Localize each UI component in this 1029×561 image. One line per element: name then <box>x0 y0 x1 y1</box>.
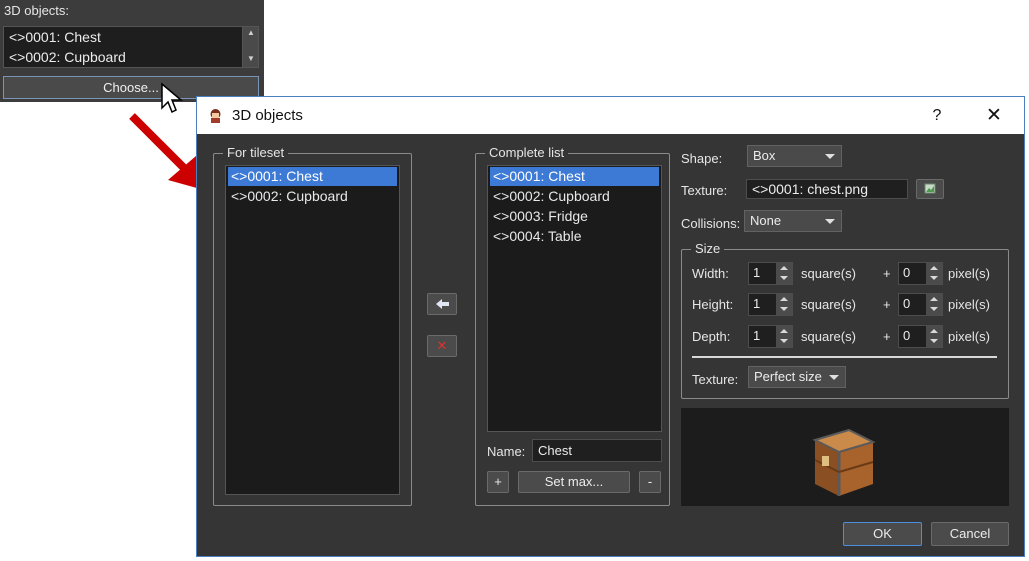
chevron-down-icon <box>825 219 835 224</box>
remove-button[interactable]: - <box>639 471 661 493</box>
image-icon <box>924 183 936 194</box>
squares-unit: square(s) <box>801 266 856 281</box>
set-max-button[interactable]: Set max... <box>518 471 630 493</box>
background-panel: 3D objects: <>0001: Chest <>0002: Cupboa… <box>0 0 264 102</box>
spin-down-icon[interactable] <box>776 273 792 284</box>
app-icon <box>210 109 221 123</box>
spinbox-value: 1 <box>753 265 761 280</box>
shape-value: Box <box>753 148 776 163</box>
complete-list-group: Complete list <>0001: Chest <>0002: Cupb… <box>475 145 670 506</box>
spinbox-value: 1 <box>753 328 761 343</box>
tileset-objects-list[interactable]: <>0001: Chest <>0002: Cupboard <box>225 165 400 495</box>
squares-unit: square(s) <box>801 297 856 312</box>
spin-down-icon[interactable] <box>776 304 792 315</box>
title-bar: 3D objects ? ✕ <box>197 97 1024 134</box>
add-button[interactable]: + <box>487 471 509 493</box>
list-item[interactable]: <>0002: Cupboard <box>9 49 126 65</box>
list-item[interactable]: <>0002: Cupboard <box>490 187 659 206</box>
for-tileset-group: For tileset <>0001: Chest <>0002: Cupboa… <box>213 145 412 506</box>
chest-preview-image <box>812 428 876 496</box>
texture-size-select[interactable]: Perfect size <box>748 366 846 388</box>
spinbox-value: 0 <box>903 265 911 280</box>
cancel-button[interactable]: Cancel <box>931 522 1009 546</box>
remove-from-tileset-button[interactable]: ✕ <box>427 335 457 357</box>
name-label: Name: <box>487 444 526 459</box>
help-button[interactable]: ? <box>923 103 951 129</box>
scroll-down-icon[interactable]: ▼ <box>243 53 259 65</box>
height-squares-spinbox[interactable]: 1 <box>748 293 793 316</box>
group-title: Complete list <box>485 145 569 160</box>
spin-down-icon[interactable] <box>926 304 942 315</box>
plus-sign: + <box>883 297 891 312</box>
height-label: Height: <box>692 297 734 312</box>
pixels-unit: pixel(s) <box>948 266 990 281</box>
list-item[interactable]: <>0004: Table <box>490 227 659 246</box>
list-item[interactable]: <>0003: Fridge <box>490 207 659 226</box>
close-button[interactable]: ✕ <box>977 103 1011 129</box>
browse-texture-button[interactable] <box>916 179 944 199</box>
width-squares-spinbox[interactable]: 1 <box>748 262 793 285</box>
dialog-title: 3D objects <box>232 107 303 124</box>
squares-unit: square(s) <box>801 329 856 344</box>
plus-sign: + <box>883 329 891 344</box>
texture-field[interactable]: <>0001: chest.png <box>746 179 908 199</box>
size-texture-label: Texture: <box>692 372 739 387</box>
pixels-unit: pixel(s) <box>948 329 990 344</box>
spinbox-value: 1 <box>753 296 761 311</box>
depth-label: Depth: <box>692 329 731 344</box>
shape-select[interactable]: Box <box>747 145 842 167</box>
spin-down-icon[interactable] <box>926 336 942 347</box>
arrow-left-icon <box>436 299 449 309</box>
spin-down-icon[interactable] <box>776 336 792 347</box>
group-title: Size <box>691 241 725 256</box>
divider <box>692 356 997 358</box>
list-item[interactable]: <>0001: Chest <box>9 29 101 45</box>
collisions-label: Collisions: <box>681 216 741 231</box>
pixels-unit: pixel(s) <box>948 297 990 312</box>
width-pixels-spinbox[interactable]: 0 <box>898 262 943 285</box>
list-item[interactable]: <>0001: Chest <box>228 167 397 186</box>
plus-sign: + <box>883 266 891 281</box>
scroll-up-icon[interactable]: ▲ <box>243 27 259 39</box>
objects-list[interactable]: <>0001: Chest <>0002: Cupboard ▲ ▼ <box>3 26 259 68</box>
shape-label: Shape: <box>681 151 723 166</box>
scrollbar[interactable]: ▲ ▼ <box>242 27 258 67</box>
spinbox-value: 0 <box>903 296 911 311</box>
width-label: Width: <box>692 266 729 281</box>
spinbox-value: 0 <box>903 328 911 343</box>
object-preview <box>681 408 1009 506</box>
texture-label: Texture: <box>681 183 728 198</box>
objects-dialog: 3D objects ? ✕ For tileset <>0001: Chest… <box>196 96 1025 557</box>
move-left-button[interactable] <box>427 293 457 315</box>
depth-squares-spinbox[interactable]: 1 <box>748 325 793 348</box>
texture-size-value: Perfect size <box>754 369 822 384</box>
depth-pixels-spinbox[interactable]: 0 <box>898 325 943 348</box>
collisions-value: None <box>750 213 782 228</box>
spin-down-icon[interactable] <box>926 273 942 284</box>
complete-objects-list[interactable]: <>0001: Chest <>0002: Cupboard <>0003: F… <box>487 165 662 432</box>
list-item[interactable]: <>0001: Chest <box>490 167 659 186</box>
chevron-down-icon <box>829 375 839 380</box>
collisions-select[interactable]: None <box>744 210 842 232</box>
ok-button[interactable]: OK <box>843 522 922 546</box>
height-pixels-spinbox[interactable]: 0 <box>898 293 943 316</box>
chevron-down-icon <box>825 154 835 159</box>
red-x-icon: ✕ <box>436 338 448 353</box>
name-field[interactable]: Chest <box>532 439 662 462</box>
size-group: Size Width: 1 square(s) + 0 pixel(s) Hei… <box>681 241 1009 399</box>
group-title: For tileset <box>223 145 289 160</box>
panel-title: 3D objects: <box>4 3 70 18</box>
list-item[interactable]: <>0002: Cupboard <box>228 187 397 206</box>
